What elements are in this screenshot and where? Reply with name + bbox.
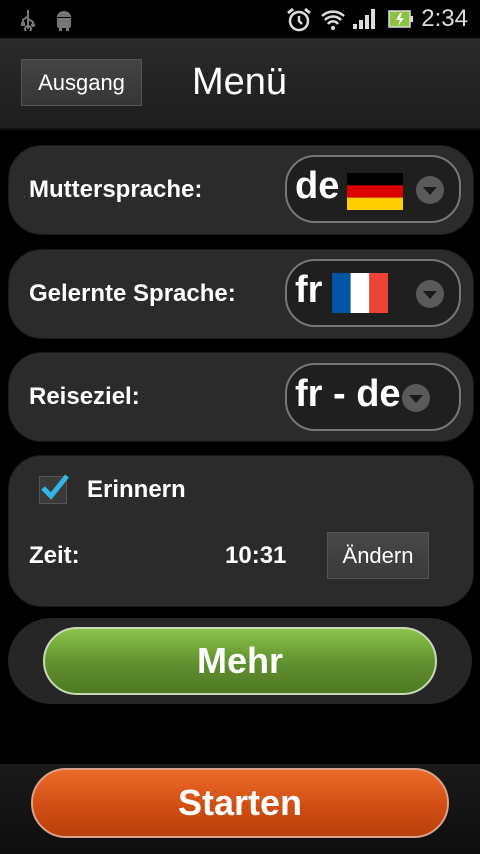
- android-debug-icon: [54, 9, 74, 36]
- battery-charging-icon: [388, 9, 414, 34]
- destination-row: Reiseziel: fr - de: [8, 352, 474, 442]
- destination-label: Reiseziel:: [29, 383, 140, 410]
- time-label: Zeit:: [29, 542, 80, 569]
- usb-icon: [20, 9, 36, 36]
- more-button-container: Mehr: [8, 618, 472, 704]
- time-value: 10:31: [225, 542, 287, 569]
- status-bar: 2:34: [0, 0, 480, 39]
- checkmark-icon: [41, 474, 69, 500]
- learned-language-label: Gelernte Sprache:: [29, 280, 236, 307]
- start-button[interactable]: Starten: [31, 768, 449, 838]
- chevron-down-icon: [402, 384, 430, 412]
- bottom-bar: Starten: [0, 764, 480, 854]
- chevron-down-icon: [416, 176, 444, 204]
- native-language-value: de: [295, 165, 340, 207]
- native-language-row: Muttersprache: de: [8, 145, 474, 235]
- alarm-icon: [286, 7, 312, 38]
- signal-icon: [352, 8, 378, 35]
- reminder-checkbox[interactable]: [39, 474, 69, 504]
- more-button[interactable]: Mehr: [43, 627, 437, 695]
- reminder-panel: Erinnern Zeit: 10:31 Ändern: [8, 455, 474, 607]
- learned-language-value: fr: [295, 269, 323, 311]
- change-time-button[interactable]: Ändern: [327, 532, 429, 579]
- reminder-label: Erinnern: [87, 476, 186, 503]
- learned-language-row: Gelernte Sprache: fr: [8, 249, 474, 339]
- native-language-selector[interactable]: de: [285, 155, 461, 223]
- page-title: Menü: [192, 61, 288, 103]
- learned-language-selector[interactable]: fr: [285, 259, 461, 327]
- chevron-down-icon: [416, 280, 444, 308]
- header-bar: Ausgang Menü: [0, 39, 480, 130]
- destination-value: fr - de: [295, 373, 401, 415]
- destination-selector[interactable]: fr - de: [285, 363, 461, 431]
- germany-flag-icon: [347, 173, 403, 210]
- exit-button[interactable]: Ausgang: [21, 59, 142, 106]
- france-flag-icon: [332, 273, 388, 313]
- native-language-label: Muttersprache:: [29, 176, 203, 203]
- clock: 2:34: [421, 5, 468, 32]
- wifi-icon: [320, 7, 346, 36]
